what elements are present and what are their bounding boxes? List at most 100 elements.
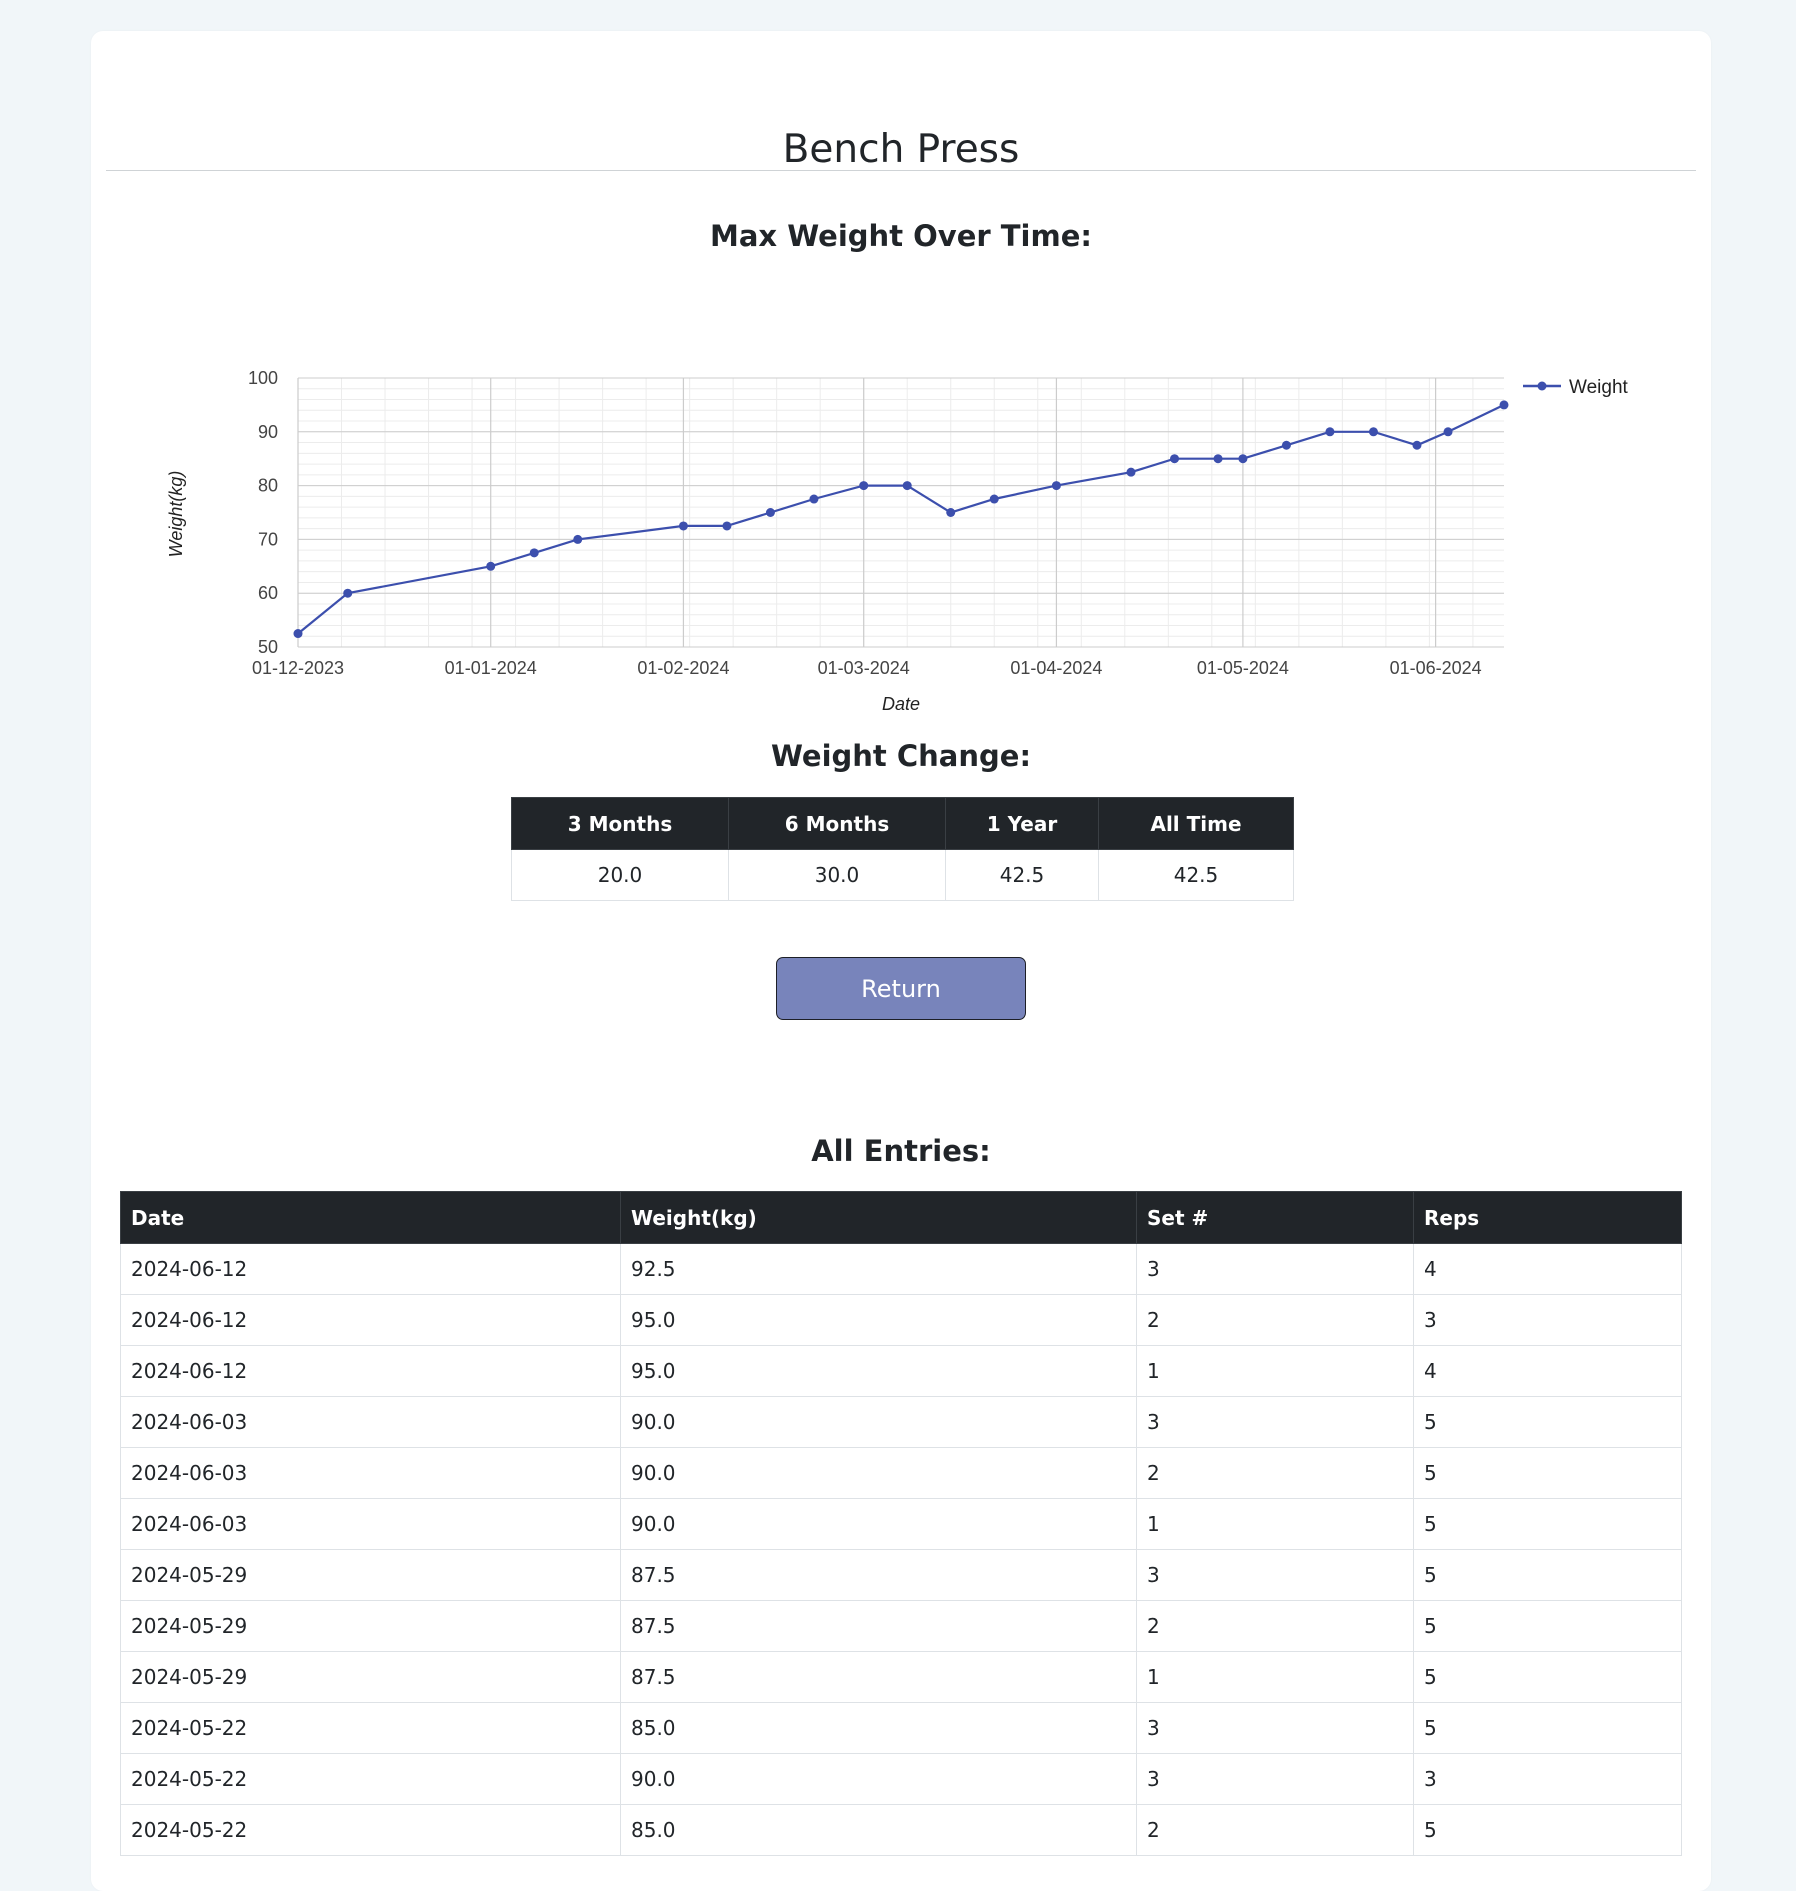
cell-reps: 5 (1413, 1600, 1682, 1652)
cell-reps: 5 (1413, 1447, 1682, 1499)
y-tick-label: 90 (258, 422, 278, 442)
weight-change-table: 3 Months 6 Months 1 Year All Time 20.0 3… (511, 797, 1294, 901)
cell-weight: 87.5 (620, 1600, 1137, 1652)
table-row: 2024-05-29 87.5 2 5 (120, 1600, 1682, 1652)
table-row: 2024-05-22 85.0 2 5 (120, 1804, 1682, 1856)
entries-heading: All Entries: (811, 1134, 991, 1168)
data-point (1170, 454, 1180, 464)
data-point (722, 521, 732, 531)
cell-set: 3 (1136, 1549, 1414, 1601)
value-6-months: 30.0 (728, 849, 946, 901)
cell-weight: 85.0 (620, 1804, 1137, 1856)
header-3-months: 3 Months (511, 797, 729, 850)
cell-set: 1 (1136, 1345, 1414, 1397)
title-divider (106, 170, 1696, 171)
y-tick-label: 100 (248, 368, 278, 388)
y-tick-label: 80 (258, 476, 278, 496)
cell-date: 2024-05-22 (120, 1702, 621, 1754)
cell-weight: 90.0 (620, 1447, 1137, 1499)
header-1-year: 1 Year (945, 797, 1099, 850)
data-point (1238, 454, 1248, 464)
value-all-time: 42.5 (1098, 849, 1294, 901)
cell-weight: 87.5 (620, 1651, 1137, 1703)
data-point (1368, 427, 1378, 437)
data-point (1126, 467, 1136, 477)
chart-legend: Weight (1523, 377, 1629, 398)
cell-date: 2024-06-03 (120, 1498, 621, 1550)
data-point (765, 508, 775, 517)
cell-date: 2024-06-03 (120, 1396, 621, 1448)
cell-set: 3 (1136, 1702, 1414, 1754)
header-set: Set # (1136, 1191, 1414, 1244)
cell-reps: 3 (1413, 1294, 1682, 1346)
value-1-year: 42.5 (945, 849, 1099, 901)
cell-weight: 92.5 (620, 1243, 1137, 1295)
cell-reps: 3 (1413, 1753, 1682, 1805)
cell-weight: 95.0 (620, 1294, 1137, 1346)
data-point (1443, 427, 1453, 437)
series-line-weight (297, 403, 1505, 635)
cell-set: 2 (1136, 1600, 1414, 1652)
chart-heading: Max Weight Over Time: (710, 219, 1092, 253)
table-row: 2024-06-03 90.0 2 5 (120, 1447, 1682, 1499)
x-tick-label: 01-05-2024 (1197, 658, 1289, 678)
data-point (529, 548, 539, 558)
cell-weight: 95.0 (620, 1345, 1137, 1397)
cell-reps: 5 (1413, 1549, 1682, 1601)
data-point (1499, 400, 1509, 410)
cell-date: 2024-06-03 (120, 1447, 621, 1499)
data-point (678, 521, 688, 531)
legend-marker (1537, 381, 1547, 391)
y-tick-label: 70 (258, 529, 278, 549)
data-point (573, 534, 583, 544)
entries-table: Date Weight(kg) Set # Reps 2024-06-12 92.… (120, 1191, 1682, 1856)
value-3-months: 20.0 (511, 849, 729, 901)
y-tick-label: 50 (258, 637, 278, 657)
cell-set: 1 (1136, 1651, 1414, 1703)
cell-reps: 5 (1413, 1651, 1682, 1703)
return-button[interactable]: Return (776, 957, 1026, 1020)
weight-line-chart: 50 60 70 80 90 100 01-12-2023 01-01-2024 01-02-… (166, 368, 1629, 714)
cell-date: 2024-06-12 (120, 1243, 621, 1295)
table-row: 2024-06-03 90.0 1 5 (120, 1498, 1682, 1550)
cell-weight: 90.0 (620, 1498, 1137, 1550)
cell-set: 2 (1136, 1294, 1414, 1346)
legend-label-weight: Weight (1569, 377, 1629, 398)
x-tick-label: 01-12-2023 (252, 658, 344, 678)
cell-reps: 5 (1413, 1702, 1682, 1754)
entries-header-row: Date Weight(kg) Set # Reps (120, 1191, 1682, 1244)
cell-reps: 4 (1413, 1243, 1682, 1295)
cell-set: 3 (1136, 1396, 1414, 1448)
data-point (343, 588, 353, 598)
cell-weight: 90.0 (620, 1753, 1137, 1805)
cell-date: 2024-06-12 (120, 1345, 621, 1397)
cell-set: 1 (1136, 1498, 1414, 1550)
data-point (1325, 427, 1335, 437)
page-title: Bench Press (782, 127, 1020, 172)
x-tick-label: 01-04-2024 (1010, 658, 1102, 678)
table-row: 2024-06-12 95.0 1 4 (120, 1345, 1682, 1397)
header-all-time: All Time (1098, 797, 1294, 850)
data-point (946, 508, 956, 517)
data-point (1281, 440, 1291, 450)
cell-weight: 85.0 (620, 1702, 1137, 1754)
data-point (1412, 440, 1422, 450)
x-tick-label: 01-02-2024 (637, 658, 729, 678)
x-tick-label: 01-03-2024 (818, 658, 910, 678)
cell-set: 3 (1136, 1243, 1414, 1295)
data-point (293, 629, 303, 639)
cell-date: 2024-05-29 (120, 1549, 621, 1601)
table-row: 2024-05-29 87.5 3 5 (120, 1549, 1682, 1601)
cell-date: 2024-06-12 (120, 1294, 621, 1346)
header-reps: Reps (1413, 1191, 1682, 1244)
cell-set: 3 (1136, 1753, 1414, 1805)
cell-date: 2024-05-22 (120, 1804, 621, 1856)
weight-change-header-row: 3 Months 6 Months 1 Year All Time (511, 797, 1294, 850)
weight-change-values-row: 20.0 30.0 42.5 42.5 (511, 849, 1294, 901)
cell-date: 2024-05-22 (120, 1753, 621, 1805)
cell-weight: 90.0 (620, 1396, 1137, 1448)
x-tick-label: 01-06-2024 (1390, 658, 1482, 678)
cell-date: 2024-05-29 (120, 1600, 621, 1652)
cell-reps: 5 (1413, 1396, 1682, 1448)
data-point (989, 494, 999, 504)
